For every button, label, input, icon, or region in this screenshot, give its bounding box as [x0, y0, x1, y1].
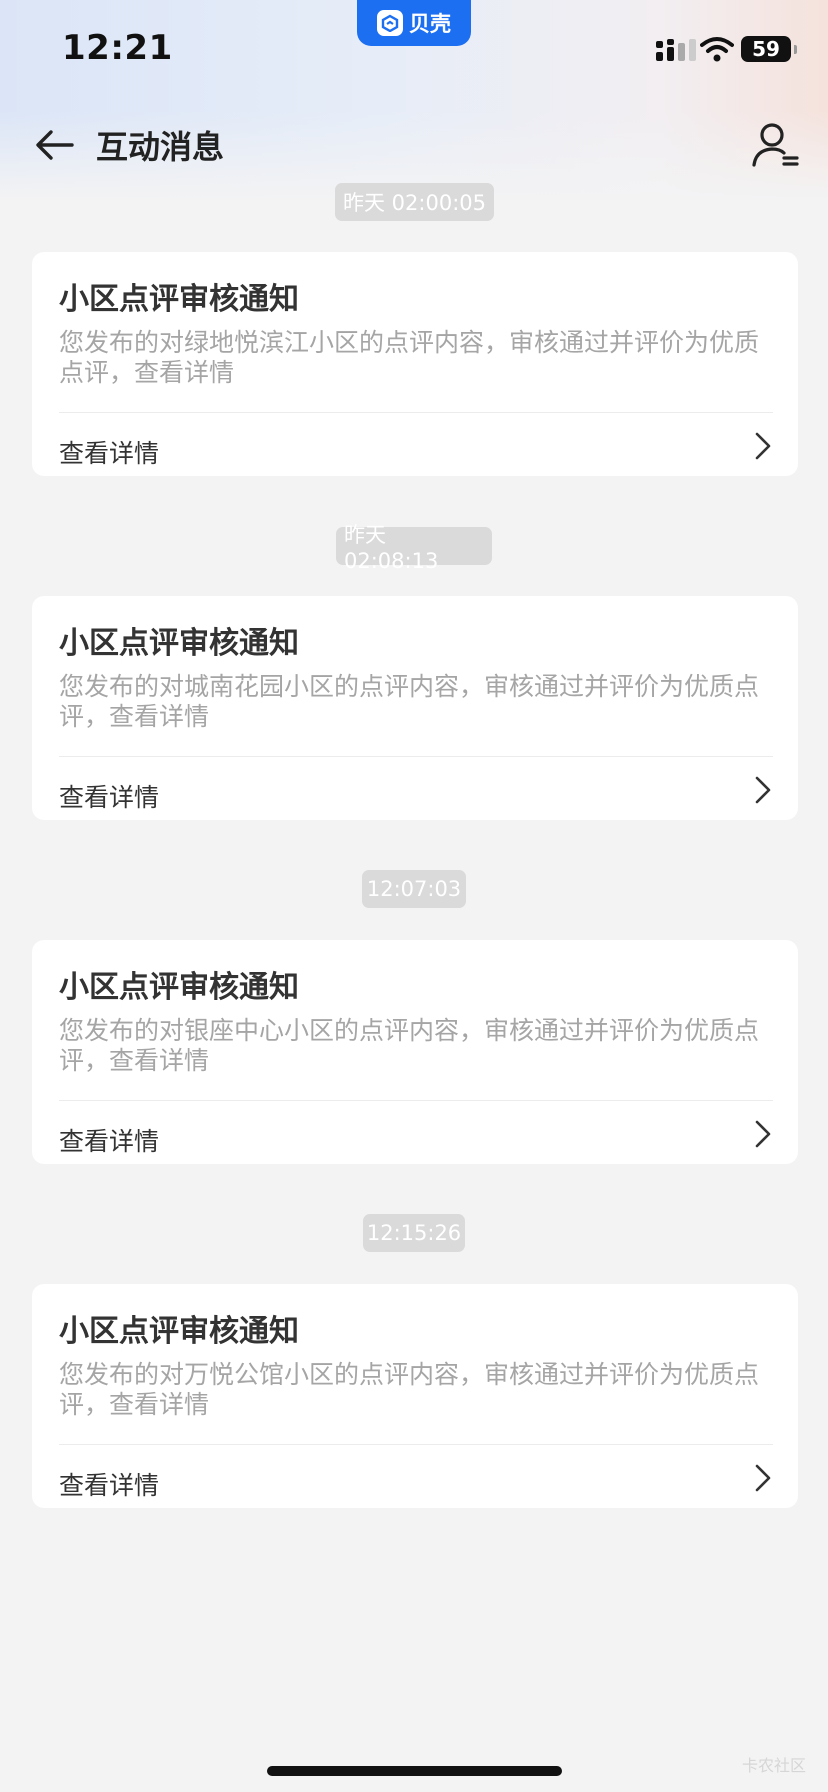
app-logo-icon [377, 10, 403, 36]
watermark: 卡农社区 [741, 1756, 806, 1775]
card-divider [59, 756, 773, 757]
home-indicator[interactable] [267, 1766, 562, 1776]
message-title: 小区点评审核通知 [59, 282, 299, 317]
message-timestamp: 昨天 02:00:05 [335, 183, 494, 221]
back-arrow-icon[interactable] [30, 120, 80, 170]
status-time: 12:21 [62, 28, 173, 68]
message-card[interactable]: 小区点评审核通知 您发布的对银座中心小区的点评内容，审核通过并评价为优质点评，查… [32, 940, 798, 1164]
message-timestamp: 昨天 02:08:13 [336, 523, 492, 573]
message-body: 您发布的对银座中心小区的点评内容，审核通过并评价为优质点评，查看详情 [59, 1016, 760, 1075]
chevron-right-icon[interactable] [750, 774, 776, 806]
view-details-link[interactable]: 查看详情 [59, 778, 159, 814]
cellular-signal-icon [656, 39, 696, 61]
view-details-link[interactable]: 查看详情 [59, 1466, 159, 1502]
card-divider [59, 1100, 773, 1101]
navigation-bar: 互动消息 [0, 108, 828, 180]
battery-indicator: 59 [741, 36, 797, 62]
app-name: 贝壳 [409, 12, 451, 36]
message-title: 小区点评审核通知 [59, 626, 299, 661]
message-timestamp: 12:15:26 [363, 1214, 465, 1252]
message-title: 小区点评审核通知 [59, 1314, 299, 1349]
page-title: 互动消息 [96, 128, 225, 166]
card-divider [59, 412, 773, 413]
message-body: 您发布的对万悦公馆小区的点评内容，审核通过并评价为优质点评，查看详情 [59, 1360, 760, 1419]
message-body: 您发布的对城南花园小区的点评内容，审核通过并评价为优质点评，查看详情 [59, 672, 760, 731]
view-details-link[interactable]: 查看详情 [59, 1122, 159, 1158]
chevron-right-icon[interactable] [750, 1462, 776, 1494]
card-divider [59, 1444, 773, 1445]
message-card[interactable]: 小区点评审核通知 您发布的对城南花园小区的点评内容，审核通过并评价为优质点评，查… [32, 596, 798, 820]
chevron-right-icon[interactable] [750, 1118, 776, 1150]
status-bar: 12:21 贝壳 59 [0, 0, 828, 100]
chevron-right-icon[interactable] [750, 430, 776, 462]
message-card[interactable]: 小区点评审核通知 您发布的对绿地悦滨江小区的点评内容，审核通过并评价为优质点评，… [32, 252, 798, 476]
message-body: 您发布的对绿地悦滨江小区的点评内容，审核通过并评价为优质点评，查看详情 [59, 328, 760, 387]
message-title: 小区点评审核通知 [59, 970, 299, 1005]
user-settings-icon[interactable] [748, 118, 802, 172]
message-card[interactable]: 小区点评审核通知 您发布的对万悦公馆小区的点评内容，审核通过并评价为优质点评，查… [32, 1284, 798, 1508]
message-timestamp: 12:07:03 [362, 870, 466, 908]
view-details-link[interactable]: 查看详情 [59, 434, 159, 470]
battery-level: 59 [752, 37, 780, 61]
wifi-icon [700, 37, 734, 62]
app-indicator-pill[interactable]: 贝壳 [357, 0, 471, 46]
